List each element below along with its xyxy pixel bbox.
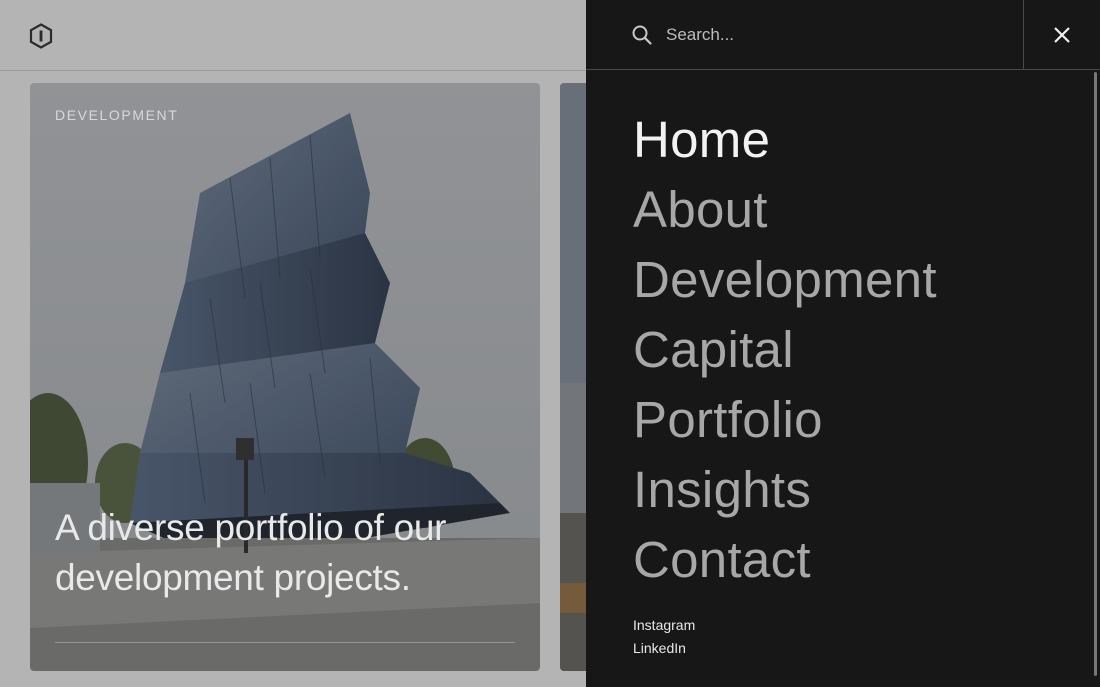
nav-item-insights[interactable]: Insights (633, 455, 937, 525)
menu-scrollbar[interactable] (1094, 72, 1097, 676)
search-icon (632, 25, 652, 45)
nav-item-home[interactable]: Home (633, 105, 937, 175)
navigation-menu: Home About Development Capital Portfolio… (586, 0, 1100, 687)
search-input[interactable] (666, 18, 996, 52)
card-divider (55, 642, 515, 643)
nav-item-portfolio[interactable]: Portfolio (633, 385, 937, 455)
nav-item-capital[interactable]: Capital (633, 315, 937, 385)
main-nav: Home About Development Capital Portfolio… (633, 105, 937, 595)
nav-item-contact[interactable]: Contact (633, 525, 937, 595)
social-link-linkedin[interactable]: LinkedIn (633, 637, 695, 660)
close-icon (1054, 27, 1070, 43)
nav-item-development[interactable]: Development (633, 245, 937, 315)
nav-item-about[interactable]: About (633, 175, 937, 245)
social-link-instagram[interactable]: Instagram (633, 614, 695, 637)
card-category: DEVELOPMENT (55, 107, 179, 123)
hexagon-logo-icon[interactable] (28, 23, 54, 49)
search-bar (586, 0, 1100, 70)
close-button[interactable] (1023, 0, 1100, 70)
project-card[interactable]: DEVELOPMENT A diverse portfolio of our d… (30, 83, 540, 671)
social-links: Instagram LinkedIn (633, 614, 695, 660)
card-headline: A diverse portfolio of our development p… (55, 507, 447, 598)
